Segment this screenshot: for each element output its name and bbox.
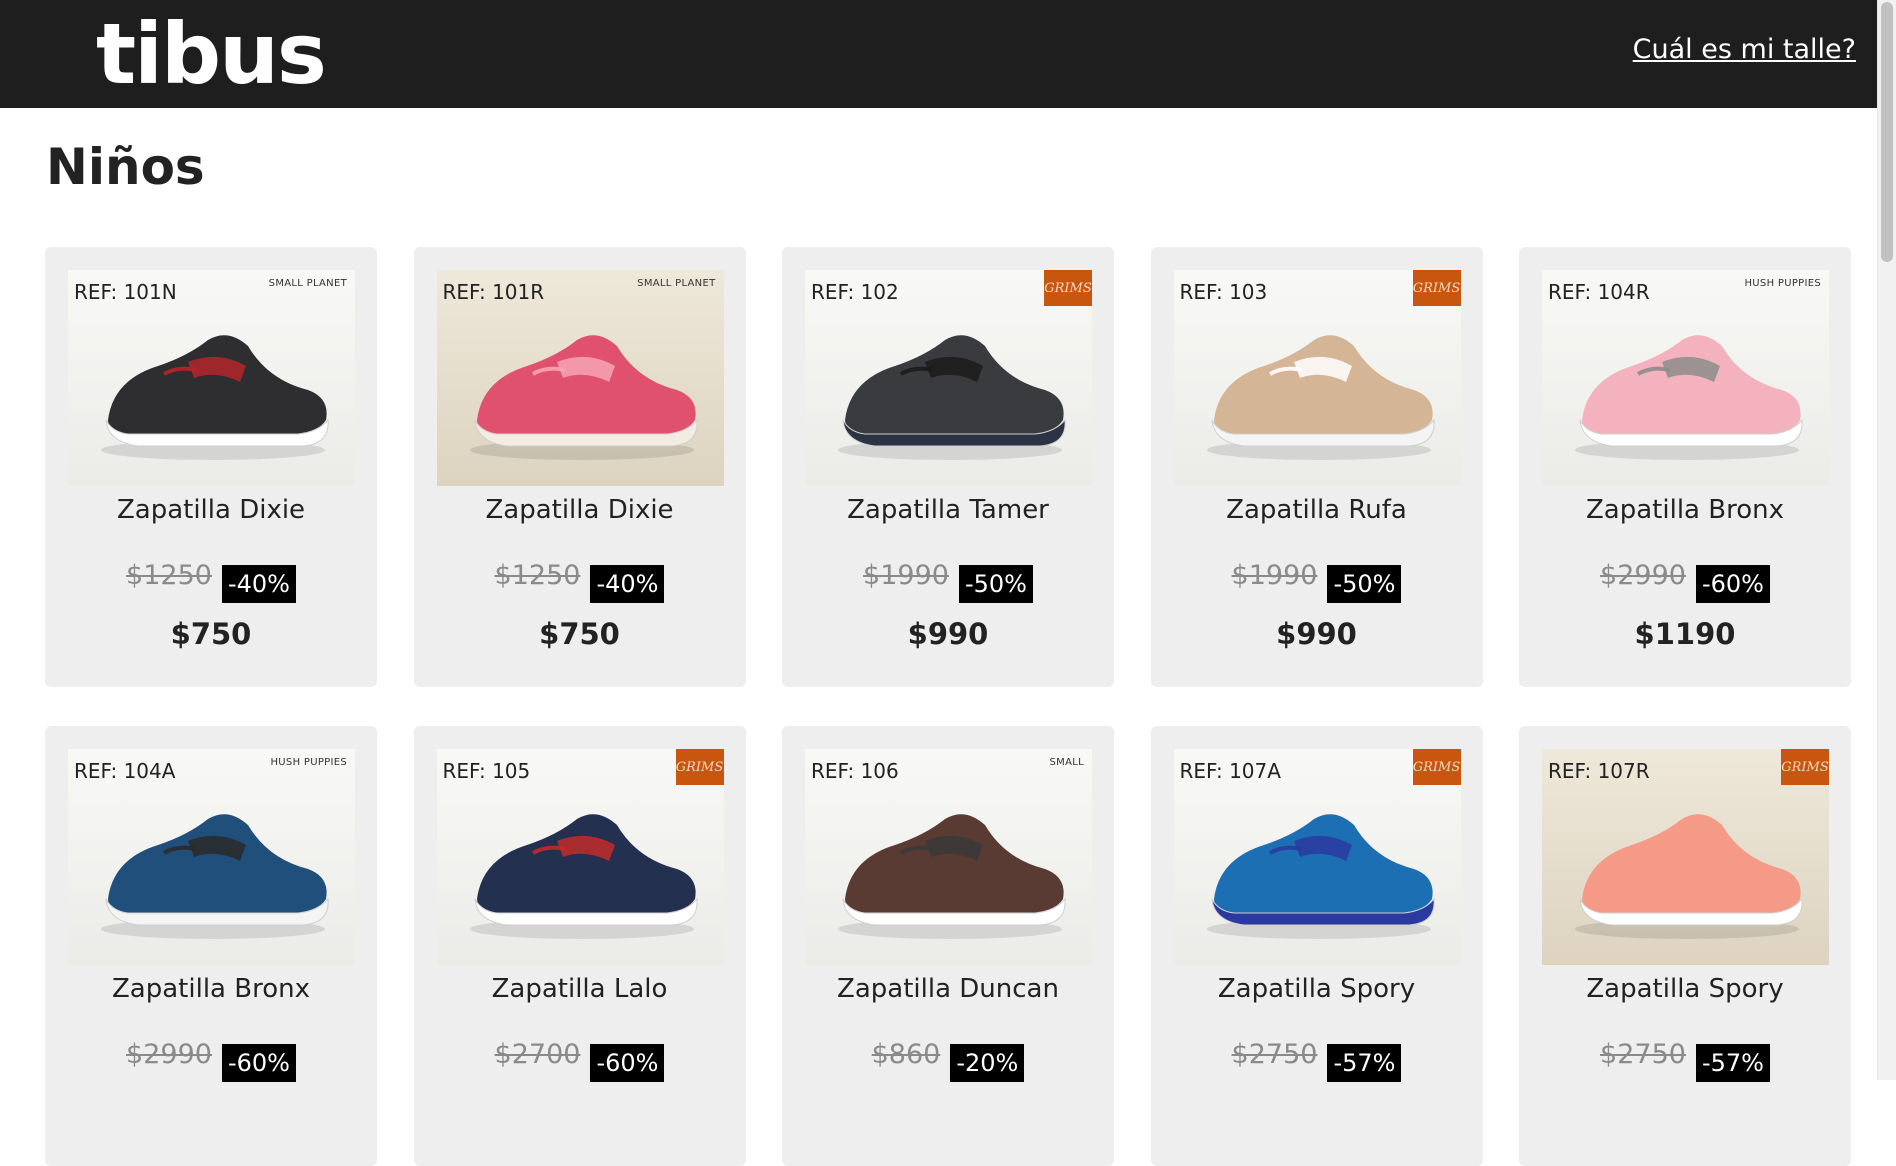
product-image[interactable]: REF: 101N SMALL PLANET xyxy=(68,270,355,486)
brand-logo: SMALL xyxy=(1049,757,1084,768)
price-row: $860 -20% xyxy=(782,1039,1114,1082)
product-name[interactable]: Zapatilla Bronx xyxy=(1519,495,1851,525)
product-card[interactable]: REF: 104A HUSH PUPPIES Zapatilla Bronx $… xyxy=(45,726,377,1166)
product-name[interactable]: Zapatilla Lalo xyxy=(414,974,746,1004)
price-row: $2700 -60% xyxy=(414,1039,746,1082)
product-card[interactable]: REF: 102 GRIMS Zapatilla Tamer $1990 -50… xyxy=(782,247,1114,687)
old-price: $1990 xyxy=(863,560,949,591)
product-image[interactable]: REF: 106 SMALL xyxy=(805,749,1092,965)
page-title: Niños xyxy=(46,138,205,196)
product-ref: REF: 102 xyxy=(811,280,899,304)
product-price: $990 xyxy=(907,617,989,651)
product-grid: REF: 101N SMALL PLANET Zapatilla Dixie $… xyxy=(45,247,1851,1166)
product-card[interactable]: REF: 103 GRIMS Zapatilla Rufa $1990 -50%… xyxy=(1150,247,1483,687)
discount-badge: -60% xyxy=(590,1044,665,1082)
product-ref: REF: 106 xyxy=(811,759,899,783)
product-name[interactable]: Zapatilla Spory xyxy=(1519,974,1851,1004)
discount-badge: -60% xyxy=(1695,565,1770,603)
discount-badge: -57% xyxy=(1695,1044,1770,1082)
product-card[interactable]: REF: 101R SMALL PLANET Zapatilla Dixie $… xyxy=(413,247,746,687)
product-name[interactable]: Zapatilla Bronx xyxy=(45,974,377,1004)
size-guide-link[interactable]: Cuál es mi talle? xyxy=(1633,34,1856,65)
product-price: $990 xyxy=(1276,617,1357,651)
old-price: $2750 xyxy=(1600,1039,1686,1070)
product-image[interactable]: REF: 103 GRIMS xyxy=(1173,270,1461,486)
product-card[interactable]: REF: 104R HUSH PUPPIES Zapatilla Bronx $… xyxy=(1519,247,1851,687)
discount-badge: -50% xyxy=(1327,565,1402,603)
product-image[interactable]: REF: 107R GRIMS xyxy=(1542,749,1829,965)
discount-badge: -40% xyxy=(221,565,296,603)
product-image[interactable]: REF: 107A GRIMS xyxy=(1173,749,1461,965)
product-name[interactable]: Zapatilla Tamer xyxy=(782,495,1114,525)
product-card[interactable]: REF: 105 GRIMS Zapatilla Lalo $2700 -60% xyxy=(413,726,746,1166)
product-ref: REF: 104R xyxy=(1548,280,1650,304)
product-ref: REF: 105 xyxy=(442,759,531,783)
old-price: $2990 xyxy=(1600,560,1686,591)
price-row: $2750 -57% xyxy=(1151,1039,1483,1082)
price-row: $1990 -50% xyxy=(782,560,1114,603)
price-row: $1990 -50% xyxy=(1151,560,1483,603)
brand-logo: GRIMS xyxy=(1781,749,1829,785)
product-card[interactable]: REF: 107A GRIMS Zapatilla Spory $2750 -5… xyxy=(1150,726,1483,1166)
old-price: $1250 xyxy=(126,560,212,591)
product-ref: REF: 104A xyxy=(74,759,176,783)
brand-logo: HUSH PUPPIES xyxy=(270,757,347,768)
product-name[interactable]: Zapatilla Rufa xyxy=(1151,495,1483,525)
price-row: $1250 -40% xyxy=(414,560,746,603)
product-name[interactable]: Zapatilla Dixie xyxy=(45,495,377,525)
old-price: $1990 xyxy=(1231,560,1318,591)
brand-logo: GRIMS xyxy=(1412,270,1461,306)
brand-logo: SMALL PLANET xyxy=(268,278,347,289)
product-ref: REF: 107A xyxy=(1179,759,1281,783)
product-ref: REF: 107R xyxy=(1548,759,1650,783)
brand-logo: GRIMS xyxy=(1412,749,1461,785)
product-name[interactable]: Zapatilla Dixie xyxy=(414,495,746,525)
product-ref: REF: 101R xyxy=(442,280,545,304)
product-name[interactable]: Zapatilla Duncan xyxy=(782,974,1114,1004)
old-price: $2750 xyxy=(1231,1039,1318,1070)
product-name[interactable]: Zapatilla Spory xyxy=(1151,974,1483,1004)
product-price: $750 xyxy=(539,617,620,651)
discount-badge: -57% xyxy=(1327,1044,1402,1082)
brand-logo: HUSH PUPPIES xyxy=(1744,278,1821,289)
product-image[interactable]: REF: 102 GRIMS xyxy=(805,270,1092,486)
price-row: $1250 -40% xyxy=(45,560,377,603)
price-row: $2990 -60% xyxy=(1519,560,1851,603)
product-card[interactable]: REF: 101N SMALL PLANET Zapatilla Dixie $… xyxy=(45,247,377,687)
price-row: $2750 -57% xyxy=(1519,1039,1851,1082)
site-header: tibus Cuál es mi talle? xyxy=(0,0,1896,108)
old-price: $2700 xyxy=(494,1039,581,1070)
product-image[interactable]: REF: 101R SMALL PLANET xyxy=(436,270,724,486)
discount-badge: -50% xyxy=(958,565,1033,603)
product-ref: REF: 101N xyxy=(74,280,177,304)
discount-badge: -40% xyxy=(590,565,665,603)
product-card[interactable]: REF: 106 SMALL Zapatilla Duncan $860 -20… xyxy=(782,726,1114,1166)
brand-logo: GRIMS xyxy=(675,749,724,785)
old-price: $1250 xyxy=(494,560,581,591)
product-price: $750 xyxy=(170,617,252,651)
scrollbar[interactable] xyxy=(1877,0,1896,1080)
scrollbar-thumb[interactable] xyxy=(1881,2,1893,262)
product-image[interactable]: REF: 104A HUSH PUPPIES xyxy=(68,749,355,965)
product-image[interactable]: REF: 105 GRIMS xyxy=(436,749,724,965)
old-price: $2990 xyxy=(126,1039,212,1070)
old-price: $860 xyxy=(871,1039,941,1070)
site-logo[interactable]: tibus xyxy=(96,0,327,108)
discount-badge: -20% xyxy=(950,1044,1025,1082)
brand-logo: SMALL PLANET xyxy=(637,278,716,289)
product-image[interactable]: REF: 104R HUSH PUPPIES xyxy=(1542,270,1829,486)
product-ref: REF: 103 xyxy=(1179,280,1268,304)
discount-badge: -60% xyxy=(221,1044,296,1082)
brand-logo: GRIMS xyxy=(1044,270,1092,306)
product-price: $1190 xyxy=(1634,617,1736,651)
price-row: $2990 -60% xyxy=(45,1039,377,1082)
product-card[interactable]: REF: 107R GRIMS Zapatilla Spory $2750 -5… xyxy=(1519,726,1851,1166)
